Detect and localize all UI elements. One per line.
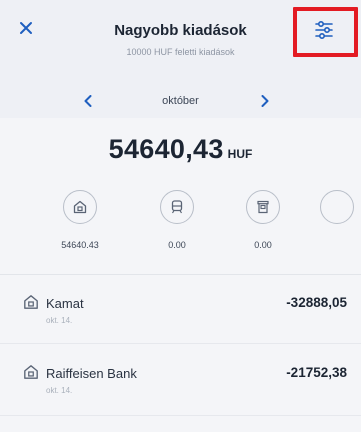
transaction-amount: -21752,38 — [286, 365, 347, 380]
transaction-amount: -32888,05 — [286, 295, 347, 310]
category-more-circle — [320, 190, 354, 224]
row-divider — [0, 343, 361, 344]
train-icon — [171, 200, 183, 214]
category-strip: 54640.43 0.00 0.00 — [0, 190, 361, 260]
transaction-date: okt. 14. — [46, 316, 73, 325]
trash-icon — [257, 200, 269, 214]
transaction-row[interactable]: Kamat okt. 14. -32888,05 — [0, 283, 361, 343]
chevron-right-icon — [261, 95, 269, 107]
category-more[interactable] — [320, 190, 361, 224]
row-divider — [0, 415, 361, 416]
house-icon — [73, 200, 87, 214]
next-month-button[interactable] — [256, 92, 274, 110]
transaction-row[interactable]: Raiffeisen Bank okt. 14. -21752,38 — [0, 353, 361, 413]
house-icon — [24, 365, 38, 379]
total-amount-value: 54640,43 — [108, 134, 224, 164]
category-housing-value: 54640.43 — [61, 240, 99, 250]
category-transport-circle — [160, 190, 194, 224]
transaction-name: Kamat — [46, 296, 84, 311]
category-housing-circle — [63, 190, 97, 224]
total-amount: 54640,43 HUF — [0, 134, 361, 165]
month-label: október — [162, 95, 199, 107]
transaction-date: okt. 14. — [46, 386, 73, 395]
category-waste-value: 0.00 — [254, 240, 272, 250]
transaction-list: Kamat okt. 14. -32888,05 Raiffeisen Bank… — [0, 275, 361, 432]
category-housing[interactable]: 54640.43 — [45, 190, 115, 250]
filter-highlight-box — [293, 7, 358, 57]
category-transport-value: 0.00 — [168, 240, 186, 250]
category-waste[interactable]: 0.00 — [228, 190, 298, 250]
transaction-name: Raiffeisen Bank — [46, 366, 137, 381]
house-icon — [24, 295, 38, 309]
header: Nagyobb kiadások 10000 HUF feletti kiadá… — [0, 0, 361, 118]
category-transport[interactable]: 0.00 — [142, 190, 212, 250]
total-amount-currency: HUF — [227, 147, 253, 161]
month-navigator: október — [0, 88, 361, 114]
category-waste-circle — [246, 190, 280, 224]
